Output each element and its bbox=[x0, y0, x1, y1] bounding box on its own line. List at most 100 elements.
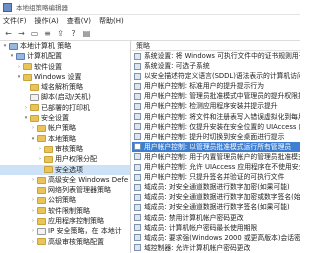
expander-icon[interactable]: ▾ bbox=[16, 72, 22, 82]
policy-row[interactable]: 系统设置: 可选子系统 bbox=[132, 61, 300, 71]
folder-icon bbox=[37, 197, 46, 205]
policy-icon bbox=[134, 163, 141, 171]
forward-icon[interactable]: → bbox=[16, 28, 27, 39]
expander-icon[interactable]: ▾ bbox=[23, 113, 29, 123]
expander-icon[interactable]: › bbox=[30, 195, 36, 205]
folder-icon bbox=[30, 83, 39, 91]
policy-label: 用户帐户控制: 管理员批准模式中管理员的提升权限提示的 bbox=[144, 92, 300, 101]
policy-row[interactable]: 用户帐户控制: 检测应用程序安装并提示提升 bbox=[132, 101, 300, 111]
tree-item[interactable]: ▾ 本地计算机 策略 bbox=[0, 41, 130, 51]
tree-item[interactable]: › 高级审核策略配置 bbox=[0, 237, 130, 247]
expander-icon[interactable]: › bbox=[37, 144, 43, 154]
folder-icon bbox=[30, 104, 39, 112]
expander-icon[interactable]: › bbox=[23, 103, 29, 113]
export-icon[interactable]: ⇪ bbox=[55, 28, 66, 39]
expander-icon[interactable]: › bbox=[30, 237, 36, 247]
list-icon[interactable]: ≡ bbox=[42, 28, 53, 39]
expander-icon[interactable]: › bbox=[30, 216, 36, 226]
tree-item[interactable]: › 用户权限分配 bbox=[0, 154, 130, 164]
menu-view[interactable]: 查看(V) bbox=[67, 16, 91, 26]
menu-action[interactable]: 操作(A) bbox=[35, 16, 59, 26]
policy-row[interactable]: 以安全描述符定义语言(SDDL)语法表示的计算机访问限制 bbox=[132, 71, 300, 81]
policy-icon bbox=[134, 103, 141, 111]
tree-item[interactable]: 网络列表管理器策略 bbox=[0, 185, 130, 195]
tree-item[interactable]: › 审核策略 bbox=[0, 144, 130, 154]
folder-icon[interactable]: ▭ bbox=[29, 28, 40, 39]
toolbar: ← → ▭ ≡ ⇪ ? ▤ bbox=[0, 27, 300, 41]
expander-icon[interactable]: › bbox=[37, 154, 43, 164]
tree-item-label: 计算机配置 bbox=[27, 52, 62, 61]
computer-icon bbox=[9, 42, 18, 50]
expander-icon[interactable]: › bbox=[30, 206, 36, 216]
tree-item[interactable]: › 软件限制策略 bbox=[0, 206, 130, 216]
policy-row[interactable]: 用户帐户控制: 仅提升安装在安全位置的 UIAccess 应用程 bbox=[132, 122, 300, 132]
document-icon bbox=[37, 227, 46, 235]
tree-item[interactable]: › 应用程序控制策略 bbox=[0, 216, 130, 226]
tree-item[interactable]: › IP 安全策略，在 本地计 bbox=[0, 226, 130, 236]
policy-label: 用户帐户控制: 标准用户的提升提示行为 bbox=[144, 82, 264, 91]
tree-item[interactable]: 脚本(启动/关机) bbox=[0, 92, 130, 102]
expander-icon[interactable]: ▾ bbox=[30, 134, 36, 144]
policy-row[interactable]: 用户帐户控制: 管理员批准模式中管理员的提升权限提示的 bbox=[132, 91, 300, 101]
tree-item-label: 脚本(启动/关机) bbox=[41, 93, 91, 102]
policy-row[interactable]: 域控制器: 允许计算机帐户密码更改 bbox=[132, 243, 300, 253]
column-header-policy[interactable]: 策略 bbox=[132, 41, 300, 51]
policy-icon bbox=[134, 234, 141, 242]
policy-row[interactable]: 用户帐户控制: 用于内置管理员帐户的管理员批准模式 bbox=[132, 152, 300, 162]
tree-item-label: 帐户策略 bbox=[48, 124, 76, 133]
policy-label: 域成员: 要求强(Windows 2000 或更高版本)会话密钥 bbox=[144, 233, 300, 242]
tree-item-label: 域名解析策略 bbox=[41, 83, 83, 92]
tree-item-label: 公钥策略 bbox=[48, 196, 76, 205]
policy-row[interactable]: 用户帐户控制: 提升时切换到安全桌面进行提示 bbox=[132, 132, 300, 142]
policy-row[interactable]: 域成员: 要求强(Windows 2000 或更高版本)会话密钥 bbox=[132, 233, 300, 243]
tree-item-label: 软件限制策略 bbox=[48, 206, 90, 215]
tree-item[interactable]: ▾ 计算机配置 bbox=[0, 51, 130, 61]
tree-item[interactable]: 域名解析策略 bbox=[0, 82, 130, 92]
tree-item[interactable]: › 帐户策略 bbox=[0, 123, 130, 133]
policy-row[interactable]: 域成员: 禁用计算机帐户密码更改 bbox=[132, 213, 300, 223]
tree-item[interactable]: › 高级安全 Windows Defe bbox=[0, 175, 130, 185]
properties-icon[interactable]: ▤ bbox=[81, 28, 92, 39]
policy-label: 用户帐户控制: 将文件和注册表写入错误虚拟化到每用户位 bbox=[144, 112, 300, 121]
expander-icon[interactable]: › bbox=[30, 226, 36, 236]
policy-label: 域成员: 禁用计算机帐户密码更改 bbox=[144, 213, 244, 222]
expander-icon[interactable]: › bbox=[16, 62, 22, 72]
computer-icon bbox=[16, 52, 25, 60]
policy-icon bbox=[134, 133, 141, 141]
tree-item[interactable]: 安全选项 bbox=[0, 164, 130, 175]
policy-row[interactable]: 域成员: 对安全通道数据进行数字签名(如果可能) bbox=[132, 202, 300, 212]
expander-icon[interactable]: ▾ bbox=[2, 41, 8, 51]
policy-row[interactable]: 用户帐户控制: 以管理员批准模式运行所有管理员 bbox=[132, 141, 300, 152]
policy-icon bbox=[134, 123, 141, 131]
policy-icon bbox=[134, 193, 141, 201]
back-icon[interactable]: ← bbox=[3, 28, 14, 39]
policy-row[interactable]: 域成员: 计算机帐户密码最长使用期限 bbox=[132, 223, 300, 233]
tree-item[interactable]: ▾ 本地策略 bbox=[0, 134, 130, 144]
expander-icon[interactable]: ▾ bbox=[9, 51, 15, 61]
folder-icon bbox=[23, 73, 32, 81]
policy-row[interactable]: 用户帐户控制: 将文件和注册表写入错误虚拟化到每用户位 bbox=[132, 112, 300, 122]
expander-icon[interactable]: › bbox=[30, 123, 36, 133]
tree-item[interactable]: › 公钥策略 bbox=[0, 195, 130, 205]
window-title: 本地组策略编辑器 bbox=[16, 4, 68, 12]
expander-icon[interactable]: › bbox=[30, 175, 36, 185]
tree-item[interactable]: › 软件设置 bbox=[0, 62, 130, 72]
tree-item[interactable]: ▾ 安全设置 bbox=[0, 113, 130, 123]
policy-label: 用户帐户控制: 提升时切换到安全桌面进行提示 bbox=[144, 132, 285, 141]
title-bar: 本地组策略编辑器 bbox=[0, 0, 300, 15]
menu-help[interactable]: 帮助(H) bbox=[99, 16, 124, 26]
policy-label: 用户帐户控制: 只提升签名并验证的可执行文件 bbox=[144, 173, 285, 182]
policy-row[interactable]: 用户帐户控制: 允许 UIAccess 应用程序在不使用安全桌面 bbox=[132, 162, 300, 172]
help-icon[interactable]: ? bbox=[68, 28, 79, 39]
tree-item[interactable]: ▾ Windows 设置 bbox=[0, 72, 130, 82]
tree-pane: ▾ 本地计算机 策略 ▾ 计算机配置 › 软件设置 ▾ Windows 设置 域名解析策略 脚本(… bbox=[0, 41, 131, 253]
policy-row[interactable]: 用户帐户控制: 只提升签名并验证的可执行文件 bbox=[132, 172, 300, 182]
policy-icon bbox=[134, 82, 141, 90]
policy-row[interactable]: 用户帐户控制: 标准用户的提升提示行为 bbox=[132, 81, 300, 91]
policy-row[interactable]: 系统设置: 将 Windows 可执行文件中的证书规则用于软件 bbox=[132, 51, 300, 61]
policy-row[interactable]: 域成员: 对安全通道数据进行数字加密或数字签名(始终) bbox=[132, 192, 300, 202]
policy-row[interactable]: 域成员: 对安全通道数据进行数字加密(如果可能) bbox=[132, 182, 300, 192]
menu-file[interactable]: 文件(F) bbox=[3, 16, 27, 26]
policy-label: 域成员: 对安全通道数据进行数字加密(如果可能) bbox=[144, 183, 290, 192]
tree-item[interactable]: › 已部署的打印机 bbox=[0, 103, 130, 113]
